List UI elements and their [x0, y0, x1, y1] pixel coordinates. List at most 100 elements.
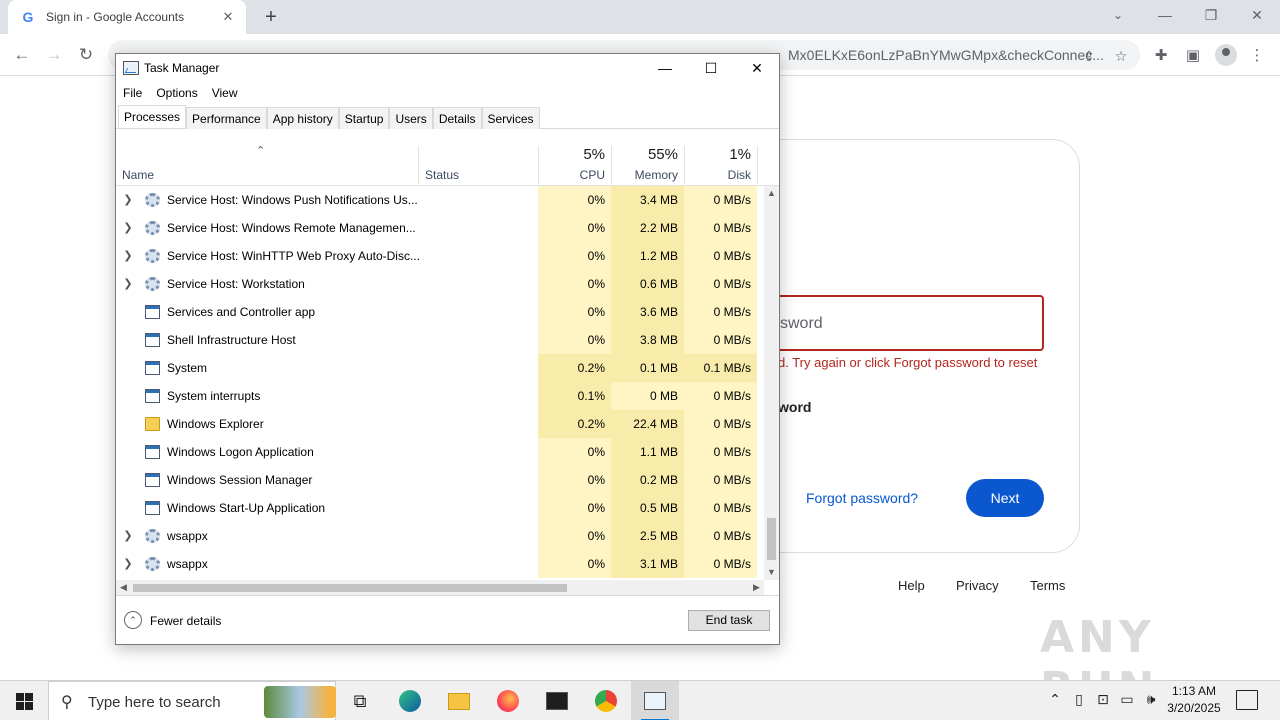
expand-chevron-icon[interactable]: ❯ [123, 221, 133, 234]
end-task-button[interactable]: End task [688, 610, 770, 631]
reload-icon[interactable]: ↻ [72, 41, 100, 69]
process-row[interactable]: System interrupts 0.1% 0 MB 0 MB/s [116, 382, 766, 410]
expand-chevron-icon[interactable]: ❯ [123, 557, 133, 570]
back-icon[interactable]: ← [8, 41, 36, 69]
google-favicon-icon: G [22, 9, 34, 25]
side-panel-icon[interactable]: ▣ [1182, 45, 1204, 67]
tray-device-icon[interactable]: ⊡ [1093, 691, 1113, 708]
process-row[interactable]: Shell Infrastructure Host 0% 3.8 MB 0 MB/s [116, 326, 766, 354]
chrome-button[interactable] [582, 681, 630, 720]
notifications-icon[interactable] [1236, 690, 1258, 710]
more-icon[interactable]: ⋮ [1246, 45, 1268, 67]
column-disk[interactable]: Disk [684, 168, 751, 182]
search-icon: ⚲ [61, 694, 73, 711]
expand-chevron-icon[interactable]: ❯ [123, 193, 133, 206]
scrollbar-thumb[interactable] [133, 584, 567, 592]
star-icon[interactable]: ☆ [1112, 47, 1130, 65]
process-row[interactable]: System 0.2% 0.1 MB 0.1 MB/s [116, 354, 766, 382]
expand-chevron-icon[interactable]: ❯ [123, 277, 133, 290]
tab-details[interactable]: Details [432, 107, 482, 129]
firefox-button[interactable] [484, 681, 532, 720]
extensions-icon[interactable]: ✚ [1150, 45, 1172, 67]
process-cpu: 0.1% [538, 382, 611, 410]
menu-view[interactable]: View [212, 83, 238, 103]
profile-icon[interactable] [1215, 44, 1237, 66]
process-row[interactable]: ❯ wsappx 0% 2.5 MB 0 MB/s [116, 522, 766, 550]
app-icon [145, 389, 160, 403]
new-tab-button[interactable]: + [258, 4, 284, 30]
minimize-icon[interactable]: — [1142, 0, 1188, 30]
process-cpu: 0% [538, 494, 611, 522]
scroll-left-icon[interactable]: ◀ [116, 580, 131, 595]
process-row[interactable]: Windows Session Manager 0% 0.2 MB 0 MB/s [116, 466, 766, 494]
process-row[interactable]: ❯ wsappx 0% 3.1 MB 0 MB/s [116, 550, 766, 578]
expand-chevron-icon[interactable]: ❯ [123, 249, 133, 262]
taskbar-search[interactable]: ⚲ Type here to search [48, 681, 336, 720]
chevron-up-icon[interactable]: ⌃ [124, 611, 142, 629]
column-status[interactable]: Status [425, 168, 459, 182]
scrollbar-thumb[interactable] [767, 518, 776, 560]
column-divider [418, 146, 419, 184]
menu-file[interactable]: File [123, 83, 142, 103]
menu-options[interactable]: Options [156, 83, 197, 103]
minimize-icon[interactable]: — [642, 54, 688, 82]
tab-processes[interactable]: Processes [118, 105, 187, 128]
show-password-label[interactable]: word [778, 399, 811, 415]
share-icon[interactable]: ⇪ [1080, 47, 1098, 65]
horizontal-scrollbar[interactable]: ◀ ▶ [116, 580, 764, 595]
close-icon[interactable]: ✕ [734, 54, 780, 82]
edge-button[interactable] [386, 681, 434, 720]
column-memory[interactable]: Memory [611, 168, 678, 182]
process-memory: 3.8 MB [611, 326, 684, 354]
expand-chevron-icon[interactable]: ❯ [123, 529, 133, 542]
scroll-right-icon[interactable]: ▶ [749, 580, 764, 595]
forgot-password-link[interactable]: Forgot password? [806, 490, 918, 506]
process-row[interactable]: ❯ Service Host: WinHTTP Web Proxy Auto-Di… [116, 242, 766, 270]
network-icon[interactable]: ▭ [1117, 691, 1137, 708]
task-view-button[interactable]: ⧉ [336, 681, 384, 720]
terminal-button[interactable] [533, 681, 581, 720]
process-row[interactable]: Windows Start-Up Application 0% 0.5 MB 0 MB… [116, 494, 766, 522]
process-row[interactable]: Services and Controller app 0% 3.6 MB 0 MB/… [116, 298, 766, 326]
scroll-down-icon[interactable]: ▼ [764, 565, 779, 580]
tray-overflow-icon[interactable]: ⌃ [1045, 691, 1065, 708]
scroll-up-icon[interactable]: ▲ [764, 186, 779, 201]
process-cpu: 0.2% [538, 410, 611, 438]
column-cpu[interactable]: CPU [538, 168, 605, 182]
tab-app-history[interactable]: App history [266, 107, 339, 129]
close-icon[interactable]: ✕ [1234, 0, 1280, 30]
tab-startup[interactable]: Startup [338, 107, 390, 129]
footer-help-link[interactable]: Help [898, 578, 925, 593]
volume-icon[interactable]: 🕪 [1141, 691, 1161, 708]
next-button[interactable]: Next [966, 479, 1044, 517]
tab-search-icon[interactable]: ⌄ [1106, 4, 1130, 26]
tray-app-icon[interactable]: ▯ [1069, 691, 1089, 708]
column-name[interactable]: Name [122, 168, 154, 182]
task-manager-titlebar[interactable]: Task Manager — ☐ ✕ [116, 54, 779, 82]
edge-icon [399, 690, 421, 712]
process-row[interactable]: Windows Explorer 0.2% 22.4 MB 0 MB/s [116, 410, 766, 438]
file-explorer-button[interactable] [435, 681, 483, 720]
vertical-scrollbar[interactable]: ▲ ▼ [764, 186, 779, 580]
forward-icon[interactable]: → [40, 41, 68, 69]
start-button[interactable] [0, 681, 48, 720]
tab-users[interactable]: Users [389, 107, 433, 129]
tab-services[interactable]: Services [481, 107, 540, 129]
process-name: Windows Session Manager [167, 473, 313, 487]
restore-icon[interactable]: ❐ [1188, 0, 1234, 30]
tab-close-icon[interactable]: ✕ [220, 9, 236, 25]
process-row[interactable]: ❯ Service Host: Windows Push Notification… [116, 186, 766, 214]
app-icon [145, 501, 160, 515]
browser-tab[interactable]: G Sign in - Google Accounts ✕ [8, 0, 246, 34]
process-row[interactable]: ❯ Service Host: Windows Remote Managemen.… [116, 214, 766, 242]
process-row[interactable]: Windows Logon Application 0% 1.1 MB 0 MB/s [116, 438, 766, 466]
fewer-details-button[interactable]: Fewer details [150, 614, 221, 628]
footer-privacy-link[interactable]: Privacy [956, 578, 999, 593]
clock[interactable]: 1:13 AM 3/20/2025 [1162, 683, 1226, 717]
password-field[interactable]: sword [760, 295, 1044, 351]
footer-terms-link[interactable]: Terms [1030, 578, 1065, 593]
task-manager-button[interactable] [631, 681, 679, 720]
process-row[interactable]: ❯ Service Host: Workstation 0% 0.6 MB 0 MB/s [116, 270, 766, 298]
maximize-icon[interactable]: ☐ [688, 54, 734, 82]
tab-performance[interactable]: Performance [186, 107, 267, 129]
